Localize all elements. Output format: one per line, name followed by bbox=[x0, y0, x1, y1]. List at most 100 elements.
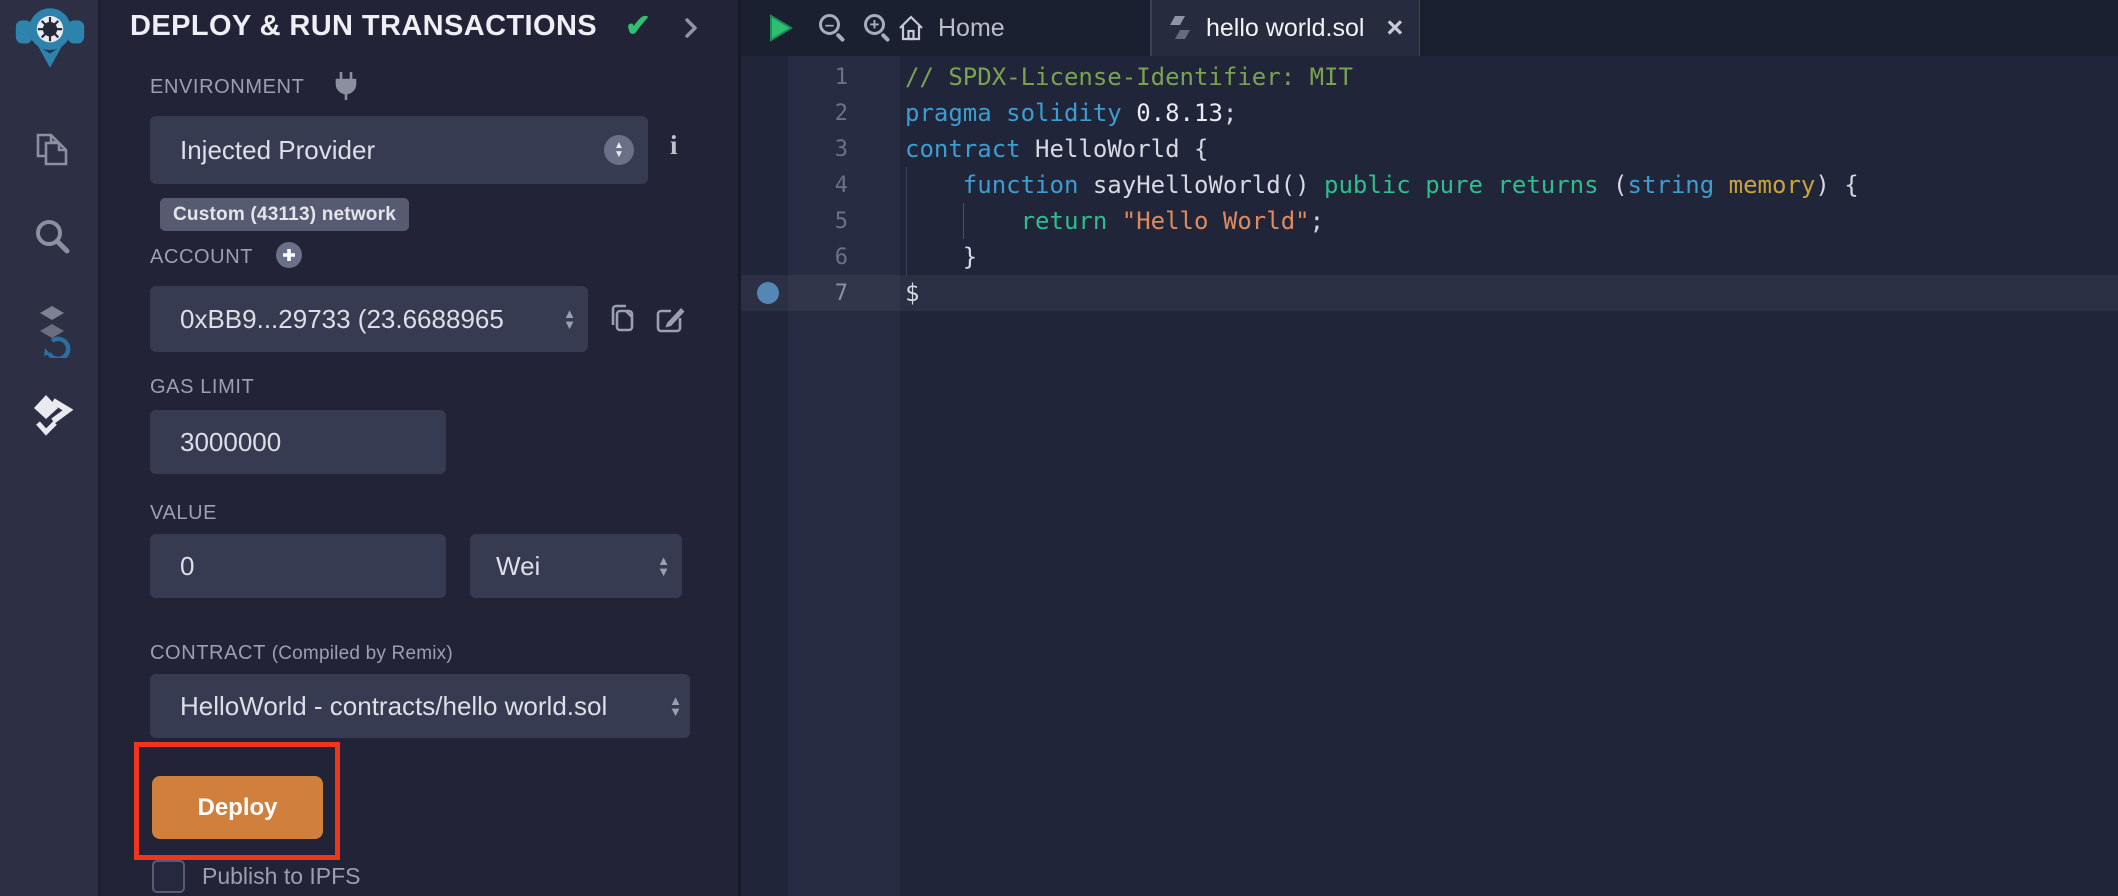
publish-to-ipfs-checkbox[interactable] bbox=[152, 860, 185, 893]
code-token: $ bbox=[905, 279, 919, 307]
value-input[interactable]: 0 bbox=[150, 534, 446, 598]
remix-logo-icon[interactable] bbox=[11, 6, 89, 70]
code-line: 6 } bbox=[741, 239, 2118, 275]
code-line: 7$ bbox=[741, 275, 2118, 311]
code-token bbox=[1714, 171, 1728, 199]
collapse-chevron-icon[interactable] bbox=[680, 15, 702, 46]
code-token: function bbox=[963, 171, 1079, 199]
code-line: 5 return "Hello World"; bbox=[741, 203, 2118, 239]
remix-ide-window: DEPLOY & RUN TRANSACTIONS ✔ ENVIRONMENT … bbox=[0, 0, 2118, 896]
code-token: contract bbox=[905, 135, 1021, 163]
tab-home[interactable]: Home bbox=[896, 0, 1096, 56]
code-token bbox=[1483, 171, 1497, 199]
plug-icon[interactable] bbox=[332, 70, 360, 107]
line-number: 4 bbox=[741, 173, 848, 198]
run-script-icon[interactable] bbox=[765, 13, 795, 48]
line-number: 7 bbox=[741, 281, 848, 306]
code-token bbox=[992, 99, 1006, 127]
code-token bbox=[905, 171, 963, 199]
close-tab-icon[interactable]: × bbox=[1386, 14, 1403, 43]
code-token: pure bbox=[1425, 171, 1483, 199]
code-token: public bbox=[1324, 171, 1411, 199]
contract-stepper-icon: ▲▼ bbox=[669, 695, 682, 717]
code-line: 3contract HelloWorld { bbox=[741, 131, 2118, 167]
environment-info-icon[interactable]: i bbox=[670, 130, 678, 161]
gas-limit-input[interactable]: 3000000 bbox=[150, 410, 446, 474]
contract-value: HelloWorld - contracts/hello world.sol bbox=[180, 691, 607, 722]
code-token: returns bbox=[1497, 171, 1598, 199]
account-stepper-icon: ▲▼ bbox=[563, 308, 576, 330]
code-token: HelloWorld { bbox=[1021, 135, 1209, 163]
code-token: pragma bbox=[905, 99, 992, 127]
code-token bbox=[1411, 171, 1425, 199]
account-value: 0xBB9...29733 (23.6688965 bbox=[180, 304, 504, 335]
code-text: return "Hello World"; bbox=[905, 207, 1324, 235]
zoom-in-icon[interactable]: + bbox=[864, 14, 894, 44]
value-unit-select[interactable]: Wei ▲▼ bbox=[470, 534, 682, 598]
network-badge: Custom (43113) network bbox=[160, 198, 409, 231]
code-token: memory bbox=[1729, 171, 1816, 199]
zoom-out-icon[interactable]: – bbox=[819, 14, 849, 44]
value-unit: Wei bbox=[496, 551, 540, 582]
code-token: // SPDX-License-Identifier: MIT bbox=[905, 63, 1353, 91]
environment-value: Injected Provider bbox=[180, 135, 375, 166]
add-account-icon[interactable] bbox=[274, 240, 304, 275]
edit-account-icon[interactable] bbox=[652, 300, 688, 341]
value-label: VALUE bbox=[150, 502, 217, 525]
code-line: 1 // SPDX-License-Identifier: MIT bbox=[741, 59, 2118, 95]
account-label: ACCOUNT bbox=[150, 246, 253, 269]
icon-sidebar bbox=[0, 0, 100, 896]
code-token: return bbox=[1021, 207, 1108, 235]
code-line: 4 function sayHelloWorld() public pure r… bbox=[741, 167, 2118, 203]
solidity-file-icon bbox=[1168, 14, 1192, 42]
gas-limit-label: GAS LIMIT bbox=[150, 376, 254, 399]
code-editor[interactable]: 1 // SPDX-License-Identifier: MIT 2pragma … bbox=[741, 59, 2118, 311]
gas-limit-value: 3000000 bbox=[180, 427, 281, 458]
deploy-and-run-icon[interactable] bbox=[30, 392, 74, 436]
environment-stepper-icon: ▲▼ bbox=[604, 135, 634, 165]
code-text: // SPDX-License-Identifier: MIT bbox=[905, 63, 1353, 91]
contract-note: (Compiled by Remix) bbox=[272, 643, 453, 664]
editor-area: – + Home hello world.sol bbox=[741, 0, 2118, 896]
code-token: solidity bbox=[1006, 99, 1122, 127]
code-token: ; bbox=[1310, 207, 1324, 235]
code-text: pragma solidity 0.8.13; bbox=[905, 99, 1237, 127]
compile-success-check-icon: ✔ bbox=[625, 8, 651, 44]
editor-tabbar: – + Home hello world.sol bbox=[741, 0, 2118, 56]
code-text: function sayHelloWorld() public pure ret… bbox=[905, 171, 1859, 199]
code-token: sayHelloWorld() bbox=[1078, 171, 1324, 199]
code-token: ( bbox=[1599, 171, 1628, 199]
code-token bbox=[1122, 99, 1136, 127]
environment-label: ENVIRONMENT bbox=[150, 76, 304, 99]
publish-to-ipfs-label: Publish to IPFS bbox=[202, 863, 361, 890]
file-explorer-icon[interactable] bbox=[30, 128, 74, 172]
contract-select[interactable]: HelloWorld - contracts/hello world.sol ▲… bbox=[150, 674, 690, 738]
home-icon bbox=[896, 13, 926, 43]
deploy-run-panel: DEPLOY & RUN TRANSACTIONS ✔ ENVIRONMENT … bbox=[102, 0, 738, 896]
code-text: $ bbox=[905, 279, 919, 307]
code-token: "Hello World" bbox=[1122, 207, 1310, 235]
search-icon[interactable] bbox=[30, 214, 74, 258]
code-token: 0.8.13 bbox=[1136, 99, 1223, 127]
code-token: string bbox=[1628, 171, 1715, 199]
environment-select[interactable]: Injected Provider ▲▼ bbox=[150, 116, 648, 184]
code-token bbox=[1107, 207, 1121, 235]
line-number: 6 bbox=[741, 245, 848, 270]
tab-home-label: Home bbox=[938, 14, 1005, 43]
value-amount: 0 bbox=[180, 551, 194, 582]
line-number: 1 bbox=[741, 65, 848, 90]
code-token: } bbox=[905, 243, 977, 271]
code-text: contract HelloWorld { bbox=[905, 135, 1208, 163]
copy-account-icon[interactable] bbox=[604, 300, 640, 341]
deploy-button[interactable]: Deploy bbox=[152, 776, 323, 839]
code-line: 2pragma solidity 0.8.13; bbox=[741, 95, 2118, 131]
code-text: } bbox=[905, 243, 977, 271]
code-token bbox=[905, 207, 1021, 235]
tab-hello-world-sol[interactable]: hello world.sol × bbox=[1152, 0, 1420, 56]
page-title: DEPLOY & RUN TRANSACTIONS bbox=[130, 10, 597, 43]
tab-active-label: hello world.sol bbox=[1206, 14, 1364, 43]
account-select[interactable]: 0xBB9...29733 (23.6688965 ▲▼ bbox=[150, 286, 588, 352]
unit-stepper-icon: ▲▼ bbox=[657, 555, 670, 577]
solidity-compiler-icon[interactable] bbox=[30, 302, 74, 358]
line-number: 5 bbox=[741, 209, 848, 234]
